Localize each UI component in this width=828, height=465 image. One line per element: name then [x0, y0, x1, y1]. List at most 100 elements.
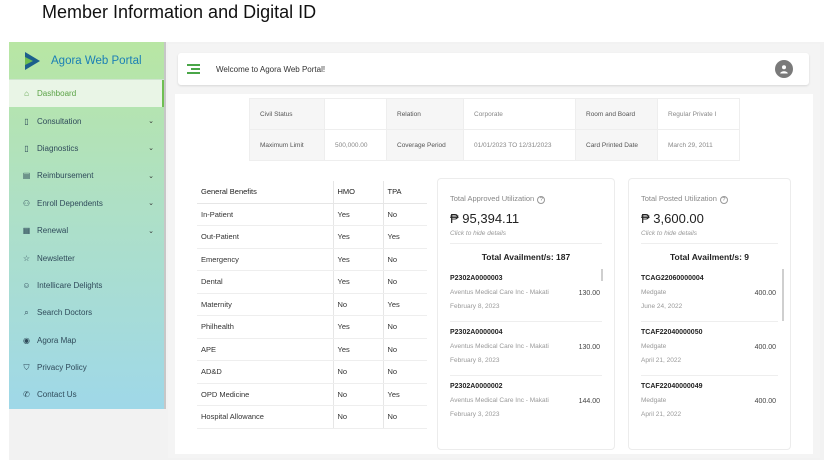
entry-code: TCAF22040000050 [641, 329, 703, 336]
room-board-label: Room and Board [575, 98, 658, 130]
divider [450, 321, 602, 322]
sidebar-item-search-doctors[interactable]: ⌕ Search Doctors [9, 299, 164, 326]
sidebar-item-privacy-policy[interactable]: ⛉ Privacy Policy [9, 354, 164, 381]
top-bar: Welcome to Agora Web Portal! [178, 53, 809, 85]
scrollbar[interactable] [782, 269, 784, 321]
hmo-value: No [332, 383, 384, 406]
hmo-value: Yes [332, 270, 384, 294]
sidebar-item-label: Search Doctors [37, 308, 93, 318]
benefits-table: General Benefits HMO TPA In-Patient Yes No… [197, 181, 427, 429]
scrollbar[interactable] [601, 269, 603, 281]
tpa-value: No [383, 270, 427, 294]
help-icon[interactable]: ? [537, 196, 546, 204]
posted-utilization-card: Total Posted Utilization? ₱ 3,600.00 Cli… [628, 178, 791, 450]
benefit-row: OPD Medicine No Yes [197, 383, 427, 406]
utilization-entry[interactable]: TCAF22040000050 Medgate April 21, 2022 [641, 329, 703, 364]
menu-toggle-icon[interactable] [187, 64, 200, 74]
entry-provider: Aventus Medical Care Inc - Makati [450, 289, 549, 296]
sidebar-item-diagnostics[interactable]: ▯ Diagnostics ⌄ [9, 135, 164, 162]
benefit-row: APE Yes No [197, 338, 427, 361]
slide-title: Member Information and Digital ID [42, 2, 317, 22]
sidebar-item-consultation[interactable]: ▯ Consultation ⌄ [9, 107, 164, 134]
sidebar-item-label: Enroll Dependents [37, 198, 103, 208]
approved-hide-details-link[interactable]: Click to hide details [450, 230, 506, 237]
card-printed-date-label: Card Printed Date [575, 129, 658, 161]
user-avatar[interactable] [775, 60, 793, 78]
hmo-value: Yes [332, 248, 384, 271]
utilization-entry[interactable]: P2302A0000003 Aventus Medical Care Inc - … [450, 275, 549, 310]
tpa-value: Yes [383, 293, 427, 316]
approved-title-wrap: Total Approved Utilization? [450, 194, 546, 204]
entry-code: P2302A0000002 [450, 383, 503, 390]
shield-icon: ⛉ [23, 362, 30, 372]
entry-provider: Medgate [641, 343, 667, 350]
sidebar-item-enroll-dependents[interactable]: ⚇ Enroll Dependents ⌄ [9, 190, 164, 217]
divider [641, 321, 778, 322]
relation-value: Corporate [463, 98, 576, 130]
sidebar-item-label: Diagnostics [37, 143, 79, 153]
benefit-row: In-Patient Yes No [197, 203, 427, 226]
utilization-entry[interactable]: P2302A0000004 Aventus Medical Care Inc - … [450, 329, 549, 364]
benefit-row: Dental Yes No [197, 270, 427, 294]
entry-provider: Medgate [641, 397, 667, 404]
sidebar-item-label: Reimbursement [37, 171, 94, 181]
benefit-row: Hospital Allowance No No [197, 405, 427, 429]
tpa-value: Yes [383, 383, 427, 406]
benefit-row: AD&D No No [197, 360, 427, 384]
room-board-value: Regular Private I [657, 98, 740, 130]
benefits-header-row: General Benefits HMO TPA [197, 181, 427, 204]
civil-status-value [324, 98, 387, 130]
utilization-entry[interactable]: P2302A0000002 Aventus Medical Care Inc - … [450, 383, 549, 418]
sidebar-item-contact-us[interactable]: ✆ Contact Us [9, 381, 164, 408]
entry-provider: Aventus Medical Care Inc - Makati [450, 397, 549, 404]
receipt-icon: ▤ [22, 171, 31, 181]
main-area: Welcome to Agora Web Portal! Civil Statu… [168, 44, 820, 458]
sidebar-item-renewal[interactable]: ▦ Renewal ⌄ [9, 217, 164, 244]
tpa-value: Yes [383, 225, 427, 249]
sidebar-item-label: Newsletter [37, 253, 75, 263]
sidebar-item-dashboard[interactable]: ⌂ Dashboard [9, 80, 164, 108]
sidebar-item-label: Intellicare Delights [37, 280, 103, 290]
entry-code: TCAG22060000004 [641, 275, 704, 282]
utilization-entry[interactable]: TCAF22040000049 Medgate April 21, 2022 [641, 383, 703, 418]
card-printed-date-value: March 29, 2011 [657, 129, 740, 161]
help-icon[interactable]: ? [719, 196, 728, 204]
maximum-limit-value: 500,000.00 [324, 129, 387, 161]
entry-date: June 24, 2022 [641, 303, 683, 310]
sidebar-item-label: Privacy Policy [37, 363, 87, 373]
star-icon: ☆ [22, 253, 31, 263]
entry-code: P2302A0000003 [450, 275, 503, 282]
benefit-name: Emergency [197, 248, 333, 271]
posted-availments: Total Availment/s: 9 [669, 252, 750, 262]
benefit-name: AD&D [197, 360, 333, 384]
agora-logo-icon [25, 51, 40, 70]
hmo-value: Yes [332, 203, 384, 226]
chevron-down-icon: ⌄ [148, 200, 154, 208]
posted-hide-details-link[interactable]: Click to hide details [641, 230, 697, 237]
benefit-row: Maternity No Yes [197, 293, 427, 316]
approved-amount: ₱ 95,394.11 [450, 211, 520, 226]
sidebar-item-reimbursement[interactable]: ▤ Reimbursement ⌄ [9, 162, 164, 189]
sidebar-item-intellicare-delights[interactable]: ☺ Intellicare Delights [9, 272, 164, 299]
sidebar-item-label: Agora Map [37, 335, 77, 345]
sidebar-item-agora-map[interactable]: ◉ Agora Map [9, 327, 164, 354]
tpa-value: No [383, 203, 427, 226]
utilization-entry[interactable]: TCAG22060000004 Medgate June 24, 2022 [641, 275, 704, 310]
entry-date: April 21, 2022 [641, 357, 682, 364]
brand[interactable]: Agora Web Portal [9, 42, 164, 80]
sidebar-item-label: Renewal [37, 226, 69, 236]
coverage-period-value: 01/01/2023 TO 12/31/2023 [463, 129, 576, 161]
sidebar: Agora Web Portal ⌂ Dashboard ▯ Consultation… [9, 42, 166, 409]
approved-title: Total Approved Utilization [450, 194, 535, 203]
divider [450, 243, 602, 244]
person-add-icon: ⚇ [22, 198, 31, 208]
entry-provider: Medgate [641, 289, 667, 296]
sidebar-item-newsletter[interactable]: ☆ Newsletter [9, 244, 164, 271]
home-icon: ⌂ [24, 89, 29, 99]
document-icon: ▯ [24, 143, 29, 153]
chevron-down-icon: ⌄ [148, 118, 154, 126]
calendar-icon: ▦ [22, 226, 31, 236]
tpa-value: No [383, 405, 427, 429]
entry-date: February 8, 2023 [450, 303, 500, 310]
hmo-value: Yes [332, 315, 384, 339]
